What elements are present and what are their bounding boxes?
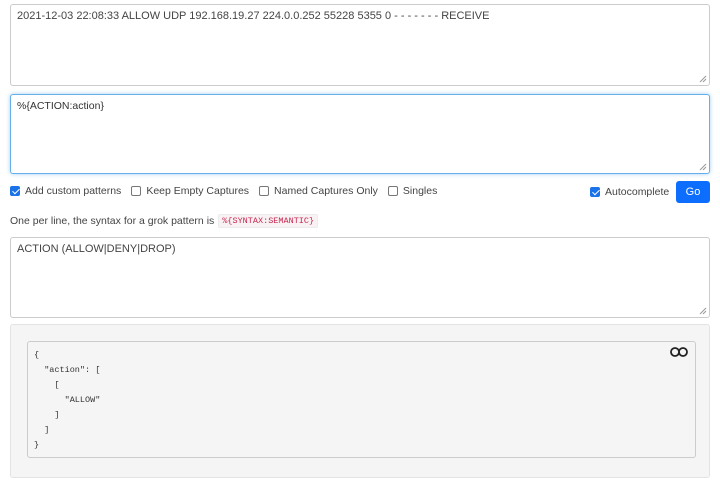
autocomplete-option[interactable]: Autocomplete	[590, 186, 669, 198]
output-line: "action": [	[34, 365, 101, 375]
syntax-code: %{SYNTAX:SEMANTIC}	[218, 214, 319, 228]
grok-pattern-text: %{ACTION:action}	[17, 100, 104, 112]
keep-empty-captures-label[interactable]: Keep Empty Captures	[146, 185, 249, 197]
help-text-label: One per line, the syntax for a grok patt…	[10, 215, 215, 227]
named-captures-only-label[interactable]: Named Captures Only	[274, 185, 378, 197]
autocomplete-label[interactable]: Autocomplete	[605, 186, 669, 198]
go-button[interactable]: Go	[676, 181, 710, 203]
options-row: Add custom patterns Keep Empty Captures …	[10, 183, 447, 199]
output-line: {	[34, 350, 40, 360]
add-custom-patterns-label[interactable]: Add custom patterns	[25, 185, 121, 197]
resize-grip-icon[interactable]	[699, 163, 707, 171]
grok-pattern-textarea[interactable]: %{ACTION:action}	[10, 94, 710, 174]
resize-grip-icon[interactable]	[699, 75, 707, 83]
output-panel: { "action": [ [ "ALLOW" ] ] }	[10, 324, 710, 478]
output-line: }	[34, 440, 40, 450]
resize-grip-icon[interactable]	[699, 307, 707, 315]
output-json: { "action": [ [ "ALLOW" ] ] }	[27, 341, 696, 458]
named-captures-only-option[interactable]: Named Captures Only	[259, 185, 378, 197]
singles-label[interactable]: Singles	[403, 185, 437, 197]
custom-patterns-text: ACTION (ALLOW|DENY|DROP)	[17, 243, 176, 255]
keep-empty-captures-checkbox[interactable]	[131, 186, 142, 196]
output-line: "ALLOW"	[34, 395, 101, 405]
named-captures-only-checkbox[interactable]	[259, 186, 270, 196]
log-input-textarea[interactable]: 2021-12-03 22:08:33 ALLOW UDP 192.168.19…	[10, 4, 710, 86]
keep-empty-captures-option[interactable]: Keep Empty Captures	[131, 185, 249, 197]
output-line: [	[34, 380, 60, 390]
help-text: One per line, the syntax for a grok patt…	[10, 214, 319, 228]
output-line: ]	[34, 425, 50, 435]
log-input-text: 2021-12-03 22:08:33 ALLOW UDP 192.168.19…	[17, 10, 490, 22]
autocomplete-checkbox[interactable]	[590, 187, 600, 197]
custom-patterns-textarea[interactable]: ACTION (ALLOW|DENY|DROP)	[10, 237, 710, 318]
singles-option[interactable]: Singles	[387, 185, 437, 197]
singles-checkbox[interactable]	[387, 186, 398, 196]
add-custom-patterns-checkbox[interactable]	[10, 186, 20, 196]
expand-icon[interactable]	[669, 346, 689, 358]
output-line: ]	[34, 410, 60, 420]
add-custom-patterns-option[interactable]: Add custom patterns	[10, 185, 121, 197]
